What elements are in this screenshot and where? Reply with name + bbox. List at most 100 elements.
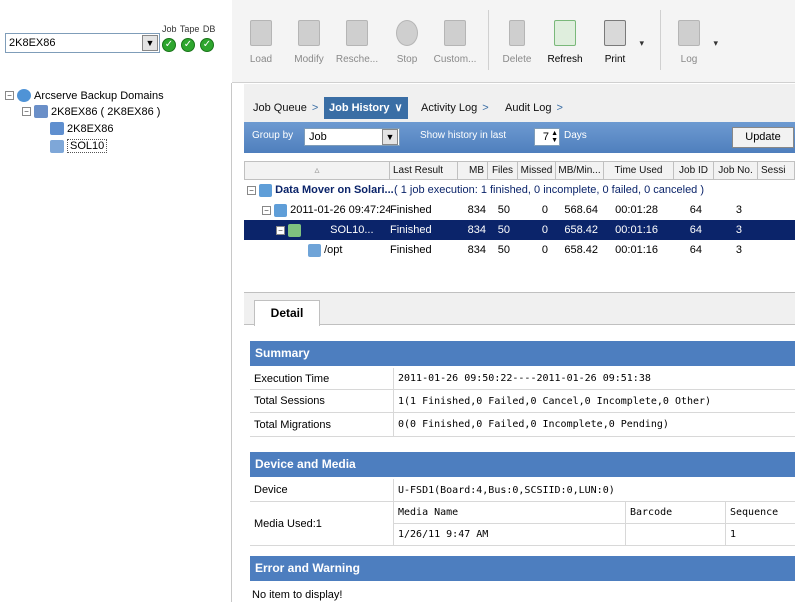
row-result: Finished — [390, 204, 432, 216]
chevron-down-icon[interactable]: ▼ — [142, 35, 158, 51]
collapse-icon[interactable]: − — [262, 205, 271, 215]
row-mb-min: 658.42 — [564, 224, 598, 236]
stop-icon — [396, 20, 418, 46]
total-migrations-row: Total Migrations 0(0 Finished,0 Failed,0… — [250, 413, 795, 437]
row-time-used: 00:01:16 — [615, 224, 658, 236]
chevron-right-icon: > — [482, 102, 489, 114]
column-header-mb-min[interactable]: MB/Min... — [556, 161, 604, 180]
folder-icon — [308, 243, 321, 257]
column-header-job-no[interactable]: Job No. — [714, 161, 758, 180]
delete-button[interactable]: Delete — [492, 10, 542, 65]
tape-status-ok-icon: ✓ — [181, 38, 195, 52]
modify-button[interactable]: Modify — [284, 10, 334, 65]
tab-job-queue[interactable]: Job Queue > — [248, 97, 323, 119]
modify-label: Modify — [294, 54, 324, 65]
column-header-job-id[interactable]: Job ID — [674, 161, 714, 180]
column-header-mb[interactable]: MB — [458, 161, 488, 180]
row-result: Finished — [390, 224, 432, 236]
row-name: SOL10... — [330, 224, 374, 236]
column-header-time-used[interactable]: Time Used — [604, 161, 674, 180]
total-sessions-row: Total Sessions 1(1 Finished,0 Failed,0 C… — [250, 390, 795, 413]
tree-node-primary-server[interactable]: − 2K8EX86 ( 2K8EX86 ) — [22, 105, 160, 118]
status-label-db: DB — [202, 24, 216, 34]
tree-node-label: 2K8EX86 ( 2K8EX86 ) — [51, 105, 161, 118]
tab-detail[interactable]: Detail — [254, 300, 320, 326]
manager-tabs: Job Queue > Job History ∨ Activity Log > Au… — [244, 84, 795, 122]
server-select[interactable]: 2K8EX86 ▼ — [5, 33, 160, 53]
log-icon — [678, 20, 700, 46]
custom-button[interactable]: Custom... — [430, 10, 480, 65]
collapse-icon[interactable]: − — [22, 107, 31, 116]
history-filter-bar: Group by Job ▼ Show history in last 7 ▲ ▼… — [244, 122, 795, 153]
table-row-selected[interactable]: − SOL10... Finished 834 50 0 658.42 00:0… — [244, 220, 795, 240]
chevron-right-icon: > — [556, 102, 563, 114]
tree-node-data-mover[interactable]: SOL10 — [50, 139, 108, 153]
row-job-no: 3 — [735, 244, 742, 256]
tab-label: Job Queue — [253, 102, 307, 114]
row-mb-min: 658.42 — [564, 244, 598, 256]
stop-button[interactable]: Stop — [382, 10, 432, 65]
domains-icon — [17, 89, 31, 102]
tab-audit-log[interactable]: Audit Log > — [500, 97, 568, 119]
group-row[interactable]: − Data Mover on Solari... ( 1 job execut… — [244, 180, 795, 200]
execution-time-label: Execution Time — [250, 368, 394, 389]
tree-node-label: Arcserve Backup Domains — [34, 89, 164, 102]
sequence-value: 1 — [730, 528, 737, 540]
row-job-id: 64 — [689, 204, 702, 216]
group-by-select[interactable]: Job ▼ — [304, 128, 400, 146]
print-label: Print — [604, 54, 626, 65]
tab-job-history[interactable]: Job History ∨ — [324, 97, 408, 119]
media-used-label: Media Used:1 — [250, 502, 394, 545]
table-row[interactable]: /opt Finished 834 50 0 658.42 00:01:16 6… — [244, 240, 795, 260]
column-header-name[interactable]: ▵ — [244, 161, 390, 180]
log-button[interactable]: Log ▾ — [664, 10, 718, 65]
device-media-section-header: Device and Media — [250, 452, 795, 477]
collapse-icon[interactable]: − — [247, 185, 256, 195]
days-stepper[interactable]: 7 ▲ ▼ — [534, 128, 560, 146]
server-select-value: 2K8EX86 — [9, 37, 56, 49]
device-label: Device — [250, 479, 394, 501]
db-status-ok-icon: ✓ — [200, 38, 214, 52]
custom-label: Custom... — [433, 54, 477, 65]
barcode-value — [626, 523, 726, 545]
row-name: 2011-01-26 09:47:24 — [290, 204, 390, 216]
job-history-grid: ▵ Last Result MB Files Missed MB/Min... … — [244, 153, 795, 291]
log-dropdown-icon[interactable]: ▾ — [713, 38, 718, 49]
refresh-button[interactable]: Refresh — [540, 10, 590, 65]
pencil-icon — [298, 20, 320, 46]
server-icon — [50, 122, 64, 135]
column-header-last-result[interactable]: Last Result — [390, 161, 458, 180]
group-by-value: Job — [309, 131, 327, 143]
row-missed: 0 — [541, 224, 548, 236]
print-dropdown-icon[interactable]: ▾ — [639, 38, 644, 49]
data-mover-icon — [50, 139, 64, 153]
row-files: 50 — [497, 204, 510, 216]
column-header-files[interactable]: Files — [488, 161, 518, 180]
reschedule-button[interactable]: Resche... — [332, 10, 382, 65]
media-table: Media Name Barcode Sequence 1/26/11 9:47… — [394, 502, 795, 545]
no-item-message: No item to display! — [252, 589, 343, 601]
column-header-session[interactable]: Sessi — [758, 161, 795, 180]
collapse-icon[interactable]: − — [276, 225, 285, 235]
tree-node-domains[interactable]: − Arcserve Backup Domains — [5, 89, 164, 102]
custom-job-icon — [444, 20, 466, 46]
table-row[interactable]: − 2011-01-26 09:47:24 Finished 834 50 0 … — [244, 200, 795, 220]
toolbar-separator — [488, 10, 489, 70]
tree-node-server[interactable]: 2K8EX86 — [50, 122, 113, 135]
print-button[interactable]: Print ▾ — [590, 10, 644, 65]
load-button[interactable]: Load — [236, 10, 286, 65]
log-label: Log — [680, 54, 698, 65]
refresh-label: Refresh — [547, 54, 583, 65]
row-time-used: 00:01:16 — [615, 244, 658, 256]
chevron-down-icon[interactable]: ▼ — [382, 129, 398, 145]
row-missed: 0 — [541, 204, 548, 216]
reschedule-label: Resche... — [335, 54, 379, 65]
job-group-icon — [259, 183, 273, 197]
update-button[interactable]: Update — [732, 127, 794, 148]
tab-activity-log[interactable]: Activity Log > — [416, 97, 494, 119]
row-time-used: 00:01:28 — [615, 204, 658, 216]
spinner-arrows-icon[interactable]: ▲ ▼ — [551, 130, 558, 144]
collapse-icon[interactable]: − — [5, 91, 14, 100]
total-sessions-value: 1(1 Finished,0 Failed,0 Cancel,0 Incompl… — [398, 395, 712, 407]
column-header-missed[interactable]: Missed — [518, 161, 556, 180]
